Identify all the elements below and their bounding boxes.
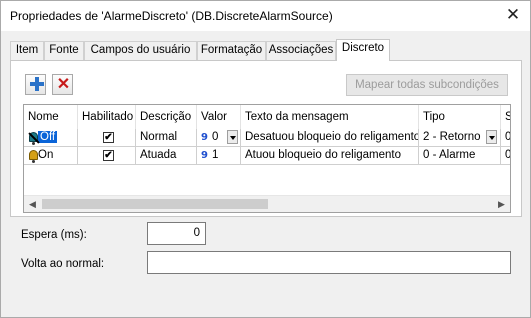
- properties-dialog: Propriedades de 'AlarmeDiscreto' (DB.Dis…: [0, 0, 531, 318]
- window-title: Propriedades de 'AlarmeDiscreto' (DB.Dis…: [10, 9, 333, 23]
- enabled-checkbox-off[interactable]: ✔: [103, 132, 114, 143]
- column-header-descricao[interactable]: Descrição: [136, 105, 197, 129]
- add-condition-button[interactable]: [25, 74, 46, 95]
- delete-x-icon: ✕: [56, 76, 71, 93]
- delete-condition-button[interactable]: ✕: [52, 74, 73, 95]
- plus-icon: [30, 77, 44, 91]
- enabled-checkbox-on[interactable]: ✔: [103, 150, 114, 161]
- column-header-habilitado[interactable]: Habilitado: [78, 105, 136, 129]
- bell-on-icon: [27, 149, 40, 163]
- map-all-subconditions-button[interactable]: Mapear todas subcondições: [346, 74, 508, 96]
- tab-item[interactable]: Item: [10, 41, 44, 60]
- table-row-on-value[interactable]: 91: [197, 147, 241, 165]
- table-row-on-enabled: ✔: [78, 147, 136, 165]
- delay-input[interactable]: 0: [147, 222, 206, 245]
- delay-label: Espera (ms):: [21, 229, 87, 241]
- tab-discreto[interactable]: Discreto: [336, 39, 390, 61]
- horizontal-scrollbar[interactable]: ◀ ▶: [24, 195, 510, 212]
- column-header-texto-da-mensagem[interactable]: Texto da mensagem: [241, 105, 419, 129]
- scroll-thumb[interactable]: [42, 199, 268, 209]
- tab-fonte[interactable]: Fonte: [44, 41, 84, 60]
- table-row-off-description[interactable]: Normal: [136, 129, 197, 147]
- title-bar: Propriedades de 'AlarmeDiscreto' (DB.Dis…: [1, 1, 530, 31]
- column-header-valor[interactable]: Valor: [197, 105, 241, 129]
- table-row-on-s[interactable]: 0: [501, 147, 510, 165]
- scroll-right-icon[interactable]: ▶: [493, 196, 510, 212]
- table-row-on-type[interactable]: 0 - Alarme: [419, 147, 501, 165]
- value-dropdown-icon[interactable]: [227, 130, 238, 144]
- table-row-off-message[interactable]: Desatuou bloqueio do religamento: [241, 129, 419, 147]
- tab-associacoes[interactable]: Associações: [266, 41, 336, 60]
- row-value-off: 0: [211, 131, 219, 143]
- return-to-normal-input[interactable]: [147, 251, 511, 274]
- row-value-on: 1: [211, 149, 219, 161]
- column-header-s[interactable]: S: [501, 105, 510, 129]
- row-type-off: 2 - Retorno: [423, 131, 481, 143]
- table-row-on-description[interactable]: Atuada: [136, 147, 197, 165]
- value-icon: 9: [201, 150, 208, 161]
- column-header-tipo[interactable]: Tipo: [419, 105, 501, 129]
- table-row-off-type[interactable]: 2 - Retorno: [419, 129, 501, 147]
- table-row-off-s[interactable]: 0: [501, 129, 510, 147]
- table-row-on-message[interactable]: Atuou bloqueio do religamento: [241, 147, 419, 165]
- bell-off-icon: [27, 131, 40, 145]
- row-name-on[interactable]: On: [38, 149, 53, 161]
- column-header-nome[interactable]: Nome: [24, 105, 78, 129]
- tab-campos-do-usuario[interactable]: Campos do usuário: [84, 41, 197, 60]
- close-icon[interactable]: ✕: [502, 4, 524, 26]
- table-row-off-enabled: ✔: [78, 129, 136, 147]
- return-to-normal-label: Volta ao normal:: [21, 258, 105, 270]
- table-row-off-value[interactable]: 90: [197, 129, 241, 147]
- value-icon: 9: [201, 132, 208, 143]
- table-row-on-name[interactable]: On: [24, 147, 78, 165]
- type-dropdown-icon[interactable]: [486, 130, 497, 144]
- row-name-off[interactable]: Off: [38, 131, 58, 143]
- table-row-off-name[interactable]: Off: [24, 129, 78, 147]
- tab-formatacao[interactable]: Formatação: [197, 41, 266, 60]
- conditions-grid: Nome Habilitado Descrição Valor Texto da…: [23, 104, 511, 213]
- scroll-left-icon[interactable]: ◀: [24, 196, 41, 212]
